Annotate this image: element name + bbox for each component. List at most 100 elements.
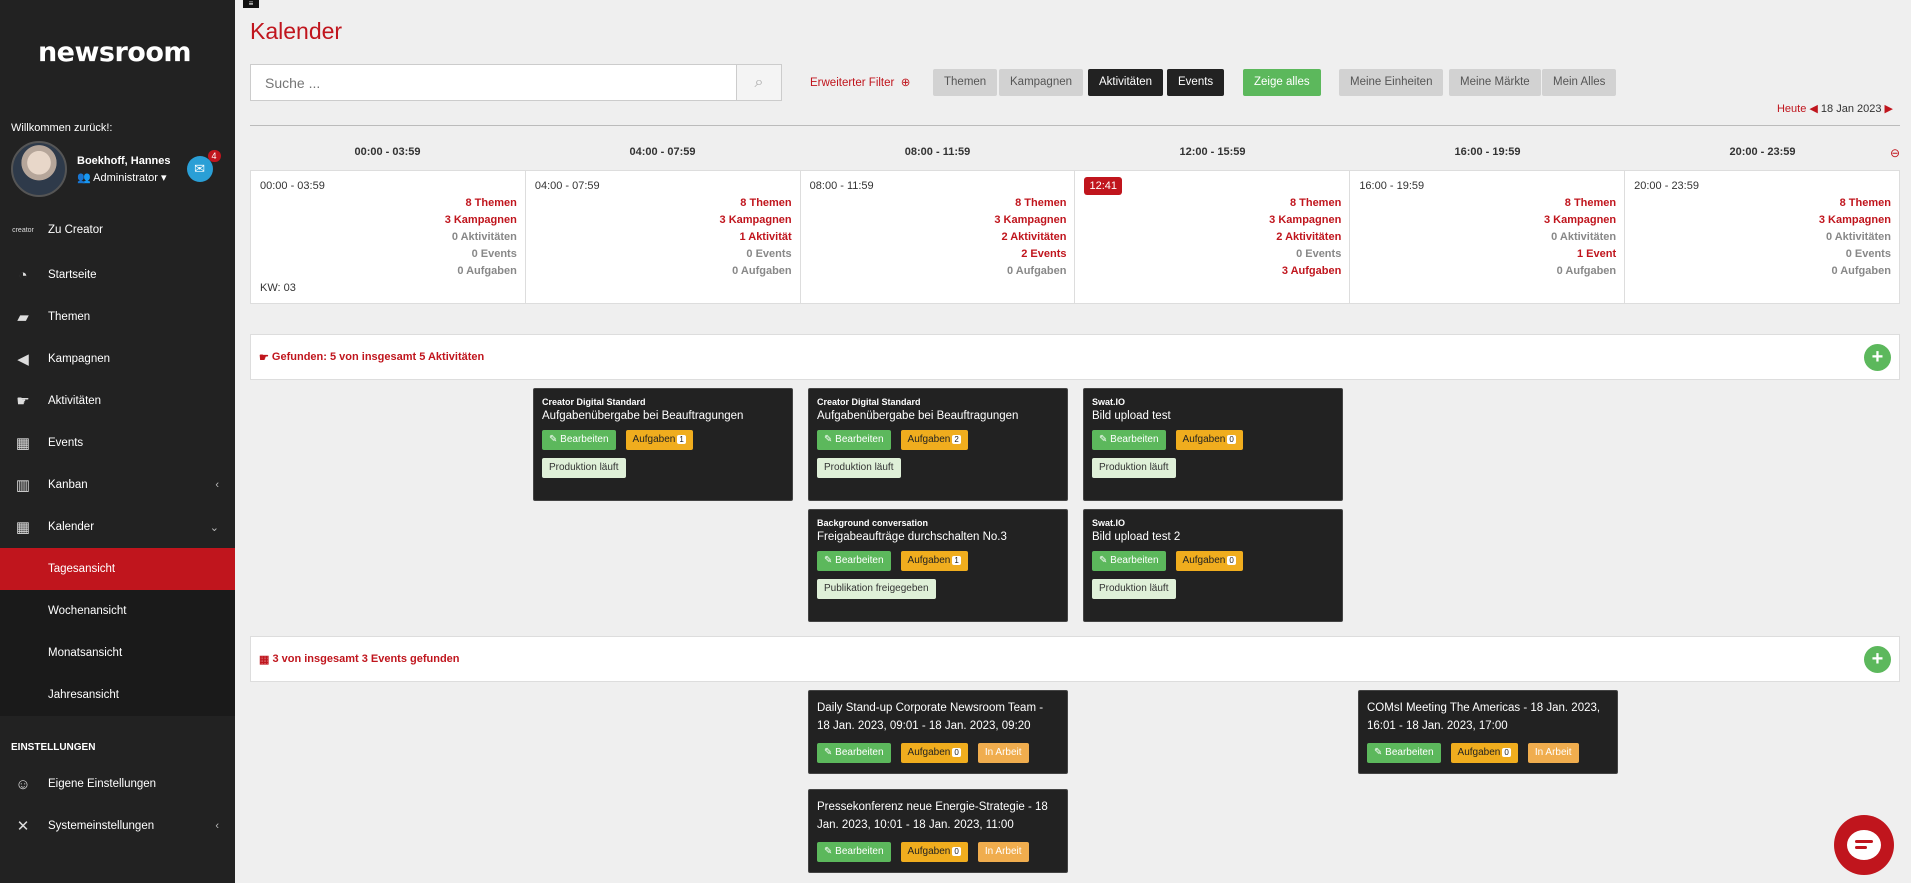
edit-button[interactable]: ✎ Bearbeiten — [817, 842, 891, 862]
envelope-icon: ✉ — [194, 161, 205, 176]
timeslot-cell[interactable]: 08:00 - 11:59 8 Themen 3 Kampagnen 2 Akt… — [801, 171, 1076, 303]
next-day-icon[interactable]: ▶ — [1885, 103, 1893, 115]
tasks-count: 0 — [1227, 556, 1236, 565]
slot-label: 04:00 - 07:59 — [534, 180, 600, 192]
sidebar-subitem-wochenansicht[interactable]: Wochenansicht — [0, 590, 235, 632]
advanced-filter-toggle[interactable]: Erweiterter Filter ⊕ — [810, 75, 910, 89]
status-badge: Publikation freigegeben — [817, 579, 936, 599]
sidebar-item-kampagnen[interactable]: ◀ Kampagnen — [0, 338, 235, 380]
event-card[interactable]: COMsI Meeting The Americas - 18 Jan. 202… — [1358, 690, 1618, 774]
menu-toggle-icon[interactable]: ≡ — [243, 0, 259, 8]
sidebar-item-label: Systemeinstellungen — [48, 820, 155, 832]
my-units-button[interactable]: Meine Einheiten — [1339, 69, 1444, 96]
edit-label: Bearbeiten — [1385, 747, 1434, 758]
card-title: COMsI Meeting The Americas - 18 Jan. 202… — [1367, 702, 1601, 732]
edit-button[interactable]: ✎ Bearbeiten — [817, 743, 891, 763]
tasks-button[interactable]: Aufgaben 2 — [900, 430, 968, 450]
edit-button[interactable]: ✎ Bearbeiten — [817, 551, 891, 571]
status-badge: Produktion läuft — [1092, 579, 1176, 599]
sidebar-item-startseite[interactable]: ◔ Startseite — [0, 254, 235, 296]
edit-button[interactable]: ✎ Bearbeiten — [817, 430, 891, 450]
edit-label: Bearbeiten — [835, 846, 884, 857]
timeslot-headers: 00:00 - 03:59 04:00 - 07:59 08:00 - 11:5… — [250, 146, 1900, 160]
tasks-button[interactable]: Aufgaben 1 — [900, 551, 968, 571]
activity-card[interactable]: Background conversation Freigabeaufträge… — [808, 509, 1068, 622]
event-card[interactable]: Daily Stand-up Corporate Newsroom Team -… — [808, 690, 1068, 774]
sidebar-item-eigene-einstellungen[interactable]: ☺ Eigene Einstellungen — [0, 763, 235, 805]
sidebar-subitem-tagesansicht[interactable]: Tagesansicht — [0, 548, 235, 590]
tasks-button[interactable]: Aufgaben 0 — [900, 842, 968, 862]
folder-icon: ▰ — [17, 309, 29, 326]
collapse-circle-icon[interactable]: ⊖ — [1890, 146, 1900, 160]
sidebar-item-kalender[interactable]: ▦ Kalender ⌄ — [0, 506, 235, 548]
creator-label: Zu Creator — [48, 224, 103, 236]
tasks-button[interactable]: Aufgaben 0 — [900, 743, 968, 763]
card-title: Aufgabenübergabe bei Beauftragungen — [817, 410, 1019, 422]
prev-day-icon[interactable]: ◀ — [1809, 103, 1817, 115]
activity-card[interactable]: Creator Digital Standard Aufgabenübergab… — [533, 388, 793, 501]
in-work-badge: In Arbeit — [977, 743, 1029, 763]
tasks-button[interactable]: Aufgaben 1 — [625, 430, 693, 450]
sidebar-item-themen[interactable]: ▰ Themen — [0, 296, 235, 338]
tasks-button[interactable]: Aufgaben 0 — [1175, 430, 1243, 450]
my-all-button[interactable]: Mein Alles — [1542, 69, 1617, 96]
edit-button[interactable]: ✎ Bearbeiten — [542, 430, 616, 450]
sidebar-item-label: Kanban — [48, 479, 88, 491]
mail-button[interactable]: ✉ 4 — [186, 150, 221, 182]
sidebar-subitem-jahresansicht[interactable]: Jahresansicht — [0, 674, 235, 716]
slot-stats: 8 Themen 3 Kampagnen 0 Aktivitäten 1 Eve… — [1544, 195, 1616, 280]
activity-card[interactable]: Creator Digital Standard Aufgabenübergab… — [808, 388, 1068, 501]
user-role-dropdown[interactable]: 👥 Administrator ▾ — [77, 171, 171, 184]
timeslot-cell-current[interactable]: 12:41 8 Themen 3 Kampagnen 2 Aktivitäten… — [1075, 171, 1351, 303]
tasks-button[interactable]: Aufgaben 0 — [1175, 551, 1243, 571]
show-all-button[interactable]: Zeige alles — [1243, 69, 1321, 96]
card-title: Freigabeaufträge durchschalten No.3 — [817, 531, 1007, 543]
stat-events: 0 Events — [471, 248, 517, 260]
my-markets-button[interactable]: Meine Märkte — [1449, 69, 1541, 96]
avatar[interactable] — [11, 141, 67, 197]
filter-events-button[interactable]: Events — [1167, 69, 1225, 96]
edit-button[interactable]: ✎ Bearbeiten — [1092, 430, 1166, 450]
chat-widget-button[interactable] — [1834, 815, 1894, 875]
calendar-check-icon: ▦ — [15, 435, 31, 452]
in-work-badge: In Arbeit — [1527, 743, 1579, 763]
activity-card[interactable]: Swat.IO Bild upload test ✎ Bearbeiten Au… — [1083, 388, 1343, 501]
newsroom-logo[interactable]: newsroom — [0, 0, 235, 105]
card-title: Aufgabenübergabe bei Beauftragungen — [542, 410, 744, 422]
megaphone-icon: ◀ — [17, 351, 29, 368]
sidebar-subitem-monatsansicht[interactable]: Monatsansicht — [0, 632, 235, 674]
sidebar-item-events[interactable]: ▦ Events — [0, 422, 235, 464]
events-found-text: 3 von insgesamt 3 Events gefunden — [272, 653, 460, 665]
timeslot-cell[interactable]: 00:00 - 03:59 8 Themen 3 Kampagnen 0 Akt… — [251, 171, 526, 303]
tasks-label: Aufgaben — [632, 434, 676, 445]
activity-card[interactable]: Swat.IO Bild upload test 2 ✎ Bearbeiten … — [1083, 509, 1343, 622]
sidebar-item-kanban[interactable]: ▥ Kanban ‹ — [0, 464, 235, 506]
creator-link[interactable]: creator Zu Creator — [0, 212, 235, 248]
search-input[interactable] — [250, 64, 737, 101]
tasks-count: 1 — [677, 435, 686, 444]
add-event-button[interactable]: + — [1864, 646, 1891, 673]
today-link[interactable]: Heute — [1777, 103, 1806, 115]
tasks-button[interactable]: Aufgaben 0 — [1450, 743, 1518, 763]
add-activity-button[interactable]: + — [1864, 344, 1891, 371]
filter-kampagnen-button[interactable]: Kampagnen — [999, 69, 1084, 96]
search-button[interactable]: ⌕ — [736, 64, 782, 101]
slot-label: 16:00 - 19:59 — [1359, 180, 1425, 192]
stat-aufgaben: 0 Aufgaben — [1006, 265, 1067, 277]
edit-button[interactable]: ✎ Bearbeiten — [1367, 743, 1441, 763]
timeslot-cell[interactable]: 04:00 - 07:59 8 Themen 3 Kampagnen 1 Akt… — [526, 171, 801, 303]
sidebar-item-aktivitaeten[interactable]: ☛ Aktivitäten — [0, 380, 235, 422]
stat-events: 0 Events — [746, 248, 792, 260]
edit-button[interactable]: ✎ Bearbeiten — [1092, 551, 1166, 571]
chat-bubble-icon — [1847, 830, 1881, 860]
sidebar-item-systemeinstellungen[interactable]: ✕ Systemeinstellungen ‹ — [0, 805, 235, 847]
event-card[interactable]: Pressekonferenz neue Energie-Strategie -… — [808, 789, 1068, 873]
timeslot-cell[interactable]: 20:00 - 23:59 8 Themen 3 Kampagnen 0 Akt… — [1625, 171, 1899, 303]
card-category: Background conversation — [817, 518, 929, 528]
filter-aktivitaeten-button[interactable]: Aktivitäten — [1088, 69, 1164, 96]
tasks-label: Aufgaben — [907, 846, 951, 857]
timeslot-cell[interactable]: 16:00 - 19:59 8 Themen 3 Kampagnen 0 Akt… — [1350, 171, 1626, 303]
slot-label: 00:00 - 03:59 — [260, 180, 325, 192]
card-category: Swat.IO — [1092, 397, 1126, 407]
filter-themen-button[interactable]: Themen — [933, 69, 998, 96]
